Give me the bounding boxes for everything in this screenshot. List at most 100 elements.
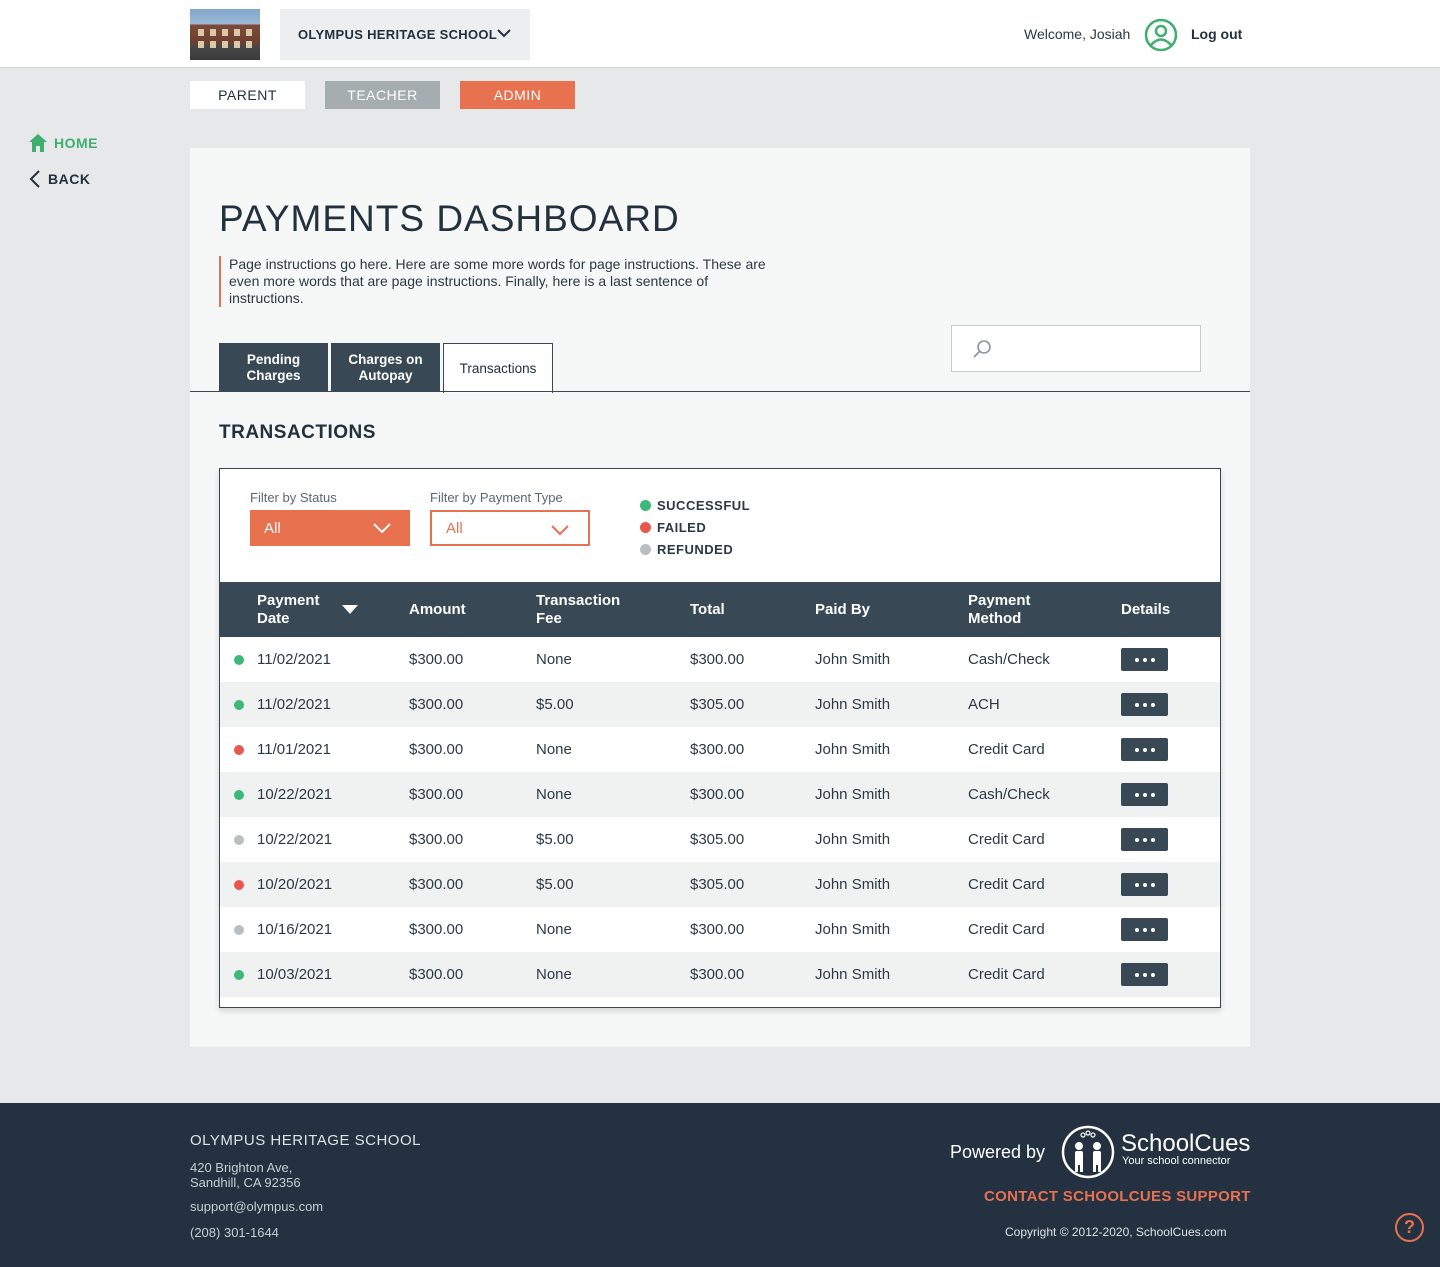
- cell-payment-method: Cash/Check: [968, 786, 1050, 803]
- top-header: OLYMPUS HERITAGE SCHOOL Welcome, Josiah …: [0, 0, 1440, 68]
- tab-transactions[interactable]: Transactions: [443, 343, 553, 393]
- column-header-amount[interactable]: Amount: [409, 582, 509, 637]
- more-dots-icon: [1133, 792, 1157, 797]
- status-dot-successful: [234, 655, 244, 665]
- cell-transaction-fee: None: [536, 741, 572, 758]
- table-row: 11/02/2021 $300.00 None $300.00 John Smith Ca…: [220, 637, 1220, 682]
- home-link-label: HOME: [54, 135, 98, 151]
- filter-status-select[interactable]: All: [250, 510, 410, 546]
- contact-support-link[interactable]: CONTACT SCHOOLCUES SUPPORT: [984, 1188, 1251, 1205]
- transactions-panel: Filter by Status All Filter by Payment T…: [219, 468, 1221, 1008]
- cell-payment-method: Credit Card: [968, 831, 1045, 848]
- column-header-details: Details: [1121, 600, 1171, 618]
- search-box[interactable]: [951, 325, 1201, 372]
- cell-payment-date: 10/03/2021: [257, 966, 333, 983]
- cell-total: $300.00: [690, 651, 745, 668]
- cell-total: $300.00: [690, 741, 745, 758]
- footer-address-line2: Sandhill, CA 92356: [190, 1175, 301, 1190]
- cell-payment-method: Credit Card: [968, 966, 1045, 983]
- home-link[interactable]: HOME: [28, 133, 98, 153]
- table-row: 11/02/2021 $300.00 $5.00 $305.00 John Smith A…: [220, 682, 1220, 727]
- status-dot-refunded: [640, 543, 651, 555]
- role-tab-teacher[interactable]: TEACHER: [325, 81, 440, 109]
- cell-payment-date: 10/16/2021: [257, 921, 333, 938]
- help-button[interactable]: ?: [1395, 1213, 1424, 1242]
- cell-payment-date: 11/02/2021: [257, 651, 331, 668]
- legend-successful-label: SUCCESSFUL: [657, 497, 751, 513]
- table-header: Payment Date Amount Transaction Fee Tota…: [219, 582, 1221, 637]
- cell-paid-by: John Smith: [815, 651, 891, 668]
- footer-copyright: Copyright © 2012-2020, SchoolCues.com: [1005, 1225, 1227, 1239]
- role-tab-parent[interactable]: PARENT: [190, 81, 305, 109]
- cell-total: $305.00: [690, 831, 745, 848]
- status-dot-successful: [234, 790, 244, 800]
- cell-transaction-fee: $5.00: [536, 876, 574, 893]
- cell-payment-date: 11/01/2021: [257, 741, 331, 758]
- legend-successful: SUCCESSFUL: [640, 494, 750, 516]
- details-button[interactable]: [1121, 918, 1168, 941]
- status-dot-failed: [234, 880, 244, 890]
- column-header-paid-by[interactable]: Paid By: [815, 582, 915, 637]
- details-button[interactable]: [1121, 693, 1168, 716]
- legend-failed: FAILED: [640, 516, 750, 538]
- footer-address: 420 Brighton Ave, Sandhill, CA 92356: [190, 1160, 301, 1190]
- more-dots-icon: [1133, 882, 1157, 887]
- welcome-text: Welcome, Josiah: [1024, 26, 1131, 42]
- back-link[interactable]: BACK: [28, 169, 90, 189]
- schoolcues-logo-icon: [1061, 1125, 1115, 1179]
- cell-total: $300.00: [690, 921, 745, 938]
- filter-status-value: All: [264, 519, 281, 537]
- table-body: 11/02/2021 $300.00 None $300.00 John Smith Ca…: [220, 637, 1220, 997]
- more-dots-icon: [1133, 747, 1157, 752]
- more-dots-icon: [1133, 972, 1157, 977]
- table-row: 10/16/2021 $300.00 None $300.00 John Smith Cr…: [220, 907, 1220, 952]
- user-avatar-icon[interactable]: [1144, 18, 1178, 52]
- legend-refunded: REFUNDED: [640, 538, 750, 560]
- details-button[interactable]: [1121, 648, 1168, 671]
- column-header-total[interactable]: Total: [690, 582, 770, 637]
- cell-paid-by: John Smith: [815, 831, 891, 848]
- status-dot-refunded: [234, 835, 244, 845]
- cell-payment-date: 10/20/2021: [257, 876, 333, 893]
- footer-address-line1: 420 Brighton Ave,: [190, 1160, 293, 1175]
- home-icon: [29, 134, 47, 152]
- cell-payment-date: 10/22/2021: [257, 831, 333, 848]
- details-button[interactable]: [1121, 828, 1168, 851]
- cell-paid-by: John Smith: [815, 966, 891, 983]
- main-card: PAYMENTS DASHBOARD Page instructions go …: [190, 148, 1250, 1047]
- chevron-down-icon: [551, 525, 569, 536]
- role-tab-admin[interactable]: ADMIN: [460, 81, 575, 109]
- more-dots-icon: [1133, 927, 1157, 932]
- cell-transaction-fee: None: [536, 786, 572, 803]
- footer-email[interactable]: support@olympus.com: [190, 1199, 323, 1214]
- details-button[interactable]: [1121, 873, 1168, 896]
- filter-type-label: Filter by Payment Type: [430, 490, 563, 505]
- cell-amount: $300.00: [409, 651, 464, 668]
- cell-amount: $300.00: [409, 741, 464, 758]
- status-dot-failed: [640, 521, 651, 533]
- table-row: 10/22/2021 $300.00 None $300.00 John Smith Ca…: [220, 772, 1220, 817]
- filter-type-select[interactable]: All: [430, 510, 590, 546]
- tab-pending-charges[interactable]: Pending Charges: [219, 343, 328, 392]
- search-input[interactable]: [1002, 340, 1192, 357]
- school-selector[interactable]: OLYMPUS HERITAGE SCHOOL: [280, 9, 530, 60]
- column-header-transaction-fee[interactable]: Transaction Fee: [536, 582, 646, 637]
- table-row: 10/20/2021 $300.00 $5.00 $305.00 John Smith C…: [220, 862, 1220, 907]
- cell-amount: $300.00: [409, 966, 464, 983]
- cell-paid-by: John Smith: [815, 696, 891, 713]
- tab-charges-on-autopay[interactable]: Charges on Autopay: [331, 343, 440, 392]
- column-header-payment-date[interactable]: Payment Date: [257, 582, 347, 637]
- search-icon: [973, 339, 991, 358]
- cell-payment-method: Credit Card: [968, 921, 1045, 938]
- sort-down-icon[interactable]: [342, 605, 358, 615]
- back-link-label: BACK: [48, 171, 91, 187]
- cell-transaction-fee: None: [536, 651, 572, 668]
- details-button[interactable]: [1121, 738, 1168, 761]
- details-button[interactable]: [1121, 963, 1168, 986]
- details-button[interactable]: [1121, 783, 1168, 806]
- page-title: PAYMENTS DASHBOARD: [219, 198, 680, 239]
- column-header-payment-method[interactable]: Payment Method: [968, 582, 1058, 637]
- cell-amount: $300.00: [409, 876, 464, 893]
- logout-link[interactable]: Log out: [1191, 26, 1242, 42]
- cell-paid-by: John Smith: [815, 741, 891, 758]
